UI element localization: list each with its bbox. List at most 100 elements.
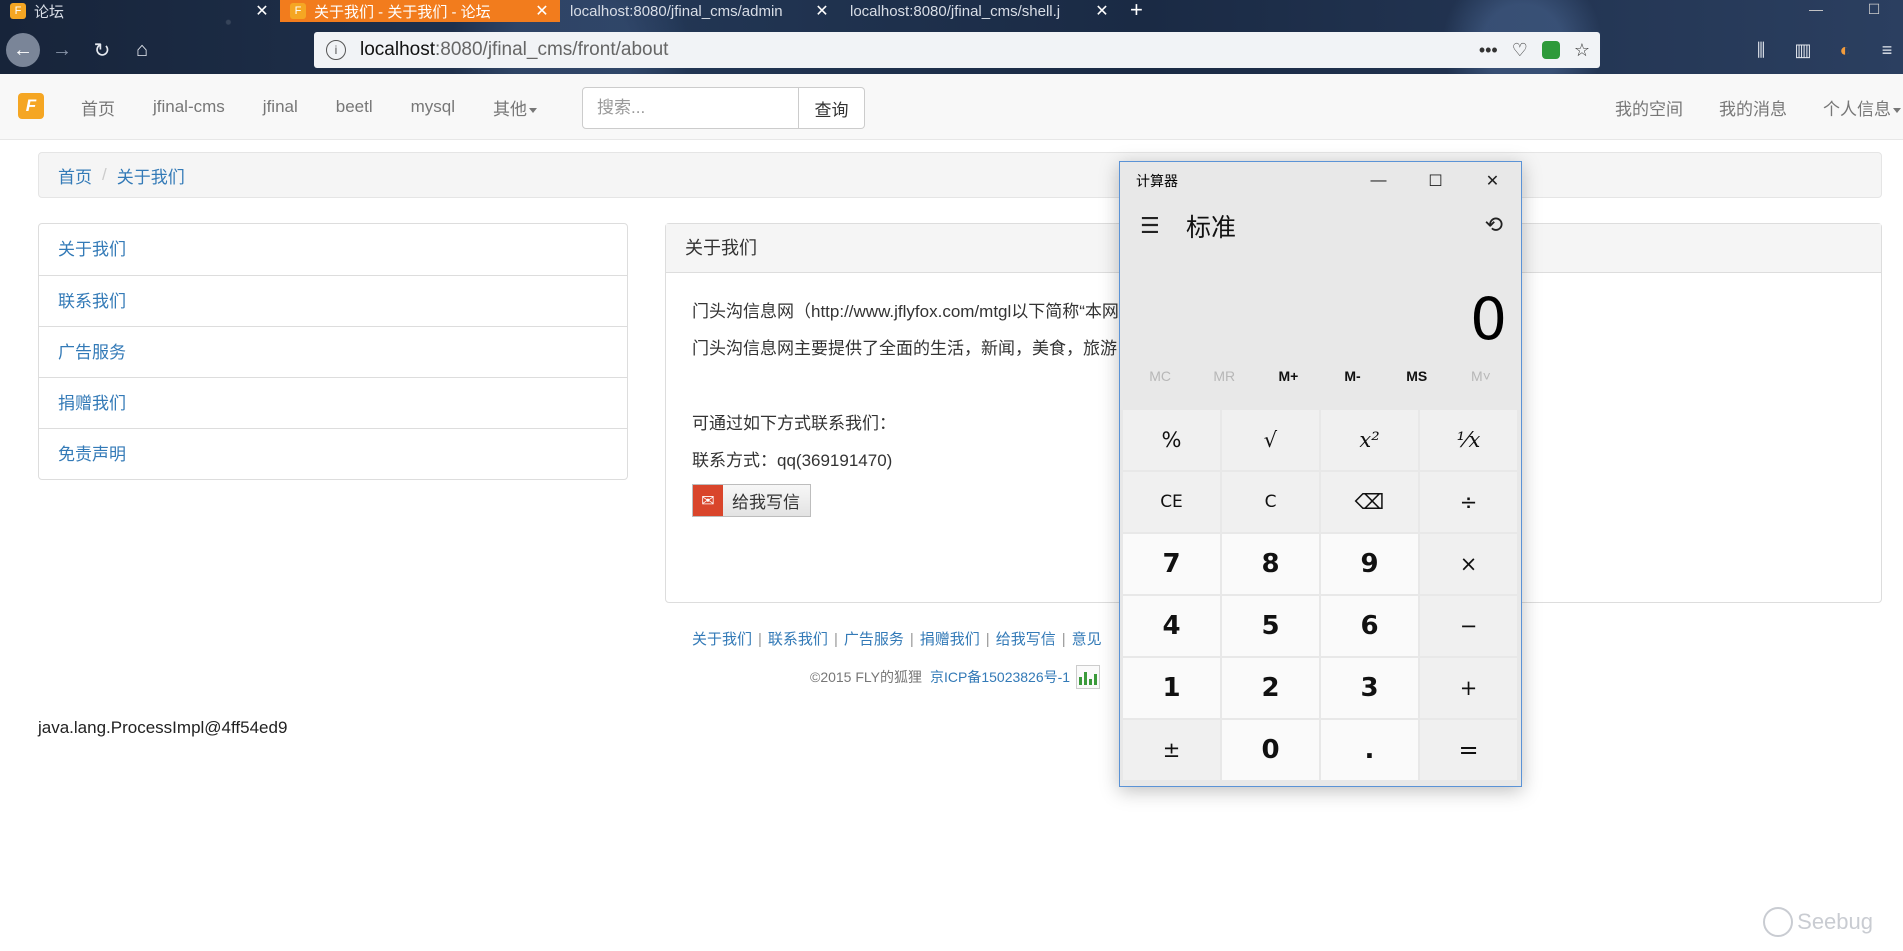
footer-link-about[interactable]: 关于我们 bbox=[692, 631, 752, 648]
minimize-window-icon[interactable]: — bbox=[1787, 0, 1845, 18]
footer-link-feedback[interactable]: 意见 bbox=[1072, 631, 1102, 648]
percent-key[interactable]: % bbox=[1123, 410, 1220, 470]
calculator-titlebar[interactable]: 计算器 — ☐ ✕ bbox=[1120, 162, 1521, 200]
extension-icon[interactable] bbox=[1541, 41, 1560, 59]
library-icon[interactable]: ⫼ bbox=[1745, 32, 1777, 68]
subtract-key[interactable]: − bbox=[1420, 596, 1517, 656]
multiply-key[interactable]: × bbox=[1420, 534, 1517, 594]
footer-link-ads[interactable]: 广告服务 bbox=[844, 631, 904, 648]
browser-tab-active[interactable]: F 关于我们 - 关于我们 - 论坛 ✕ bbox=[280, 0, 560, 22]
nav-jfinal-cms[interactable]: jfinal-cms bbox=[134, 97, 244, 117]
digit-0-key[interactable]: 0 bbox=[1222, 720, 1319, 780]
sidebar-icon[interactable]: ▥ bbox=[1787, 32, 1819, 68]
negate-key[interactable]: ± bbox=[1123, 720, 1220, 780]
home-icon[interactable]: ⌂ bbox=[124, 32, 160, 68]
minimize-icon[interactable]: — bbox=[1350, 162, 1407, 200]
bookmark-star-icon[interactable]: ☆ bbox=[1574, 40, 1590, 61]
sqrt-key[interactable]: √ bbox=[1222, 410, 1319, 470]
process-output: java.lang.ProcessImpl@4ff54ed9 bbox=[38, 718, 288, 737]
digit-5-key[interactable]: 5 bbox=[1222, 596, 1319, 656]
close-tab-icon[interactable]: ✕ bbox=[1094, 1, 1110, 21]
icp-link[interactable]: 京ICP备15023826号-1 bbox=[930, 667, 1070, 687]
stats-icon[interactable] bbox=[1076, 665, 1101, 689]
memory-add-button[interactable]: M+ bbox=[1262, 368, 1314, 384]
browser-chrome: F 论坛 ✕ F 关于我们 - 关于我们 - 论坛 ✕ localhost:80… bbox=[0, 0, 1903, 74]
browser-tab[interactable]: localhost:8080/jfinal_cms/shell.j ✕ bbox=[840, 0, 1120, 22]
nav-other-dropdown[interactable]: 其他 bbox=[474, 95, 556, 120]
memory-subtract-button[interactable]: M- bbox=[1327, 368, 1379, 384]
browser-tab[interactable]: F 论坛 ✕ bbox=[0, 0, 280, 22]
nav-jfinal[interactable]: jfinal bbox=[244, 97, 317, 117]
address-bar[interactable]: i localhost:8080/jfinal_cms/front/about … bbox=[314, 32, 1600, 68]
reciprocal-key[interactable]: ¹⁄x bbox=[1420, 410, 1517, 470]
search-input[interactable] bbox=[582, 87, 799, 129]
firefox-account-icon[interactable]: ◐ bbox=[1829, 32, 1861, 68]
memory-list-button[interactable]: M˅ bbox=[1455, 368, 1507, 384]
seebug-watermark: Seebug bbox=[1763, 907, 1873, 937]
memory-store-button[interactable]: MS bbox=[1391, 368, 1443, 384]
close-icon[interactable]: ✕ bbox=[1464, 162, 1521, 200]
divide-key[interactable]: ÷ bbox=[1420, 472, 1517, 532]
nav-my-space[interactable]: 我的空间 bbox=[1597, 95, 1701, 120]
equals-key[interactable]: = bbox=[1420, 720, 1517, 780]
nav-profile-dropdown[interactable]: 个人信息 bbox=[1805, 95, 1903, 120]
maximize-window-icon[interactable]: ☐ bbox=[1845, 0, 1903, 18]
footer-link-write[interactable]: 给我写信 bbox=[996, 631, 1056, 648]
memory-recall-button[interactable]: MR bbox=[1198, 368, 1250, 384]
digit-2-key[interactable]: 2 bbox=[1222, 658, 1319, 718]
watermark-text: Seebug bbox=[1797, 909, 1873, 934]
back-arrow-icon[interactable]: ← bbox=[6, 33, 40, 67]
search-button[interactable]: 查询 bbox=[799, 87, 865, 129]
sidebar-item-ads[interactable]: 广告服务 bbox=[39, 326, 627, 377]
write-to-me-button[interactable]: ✉ 给我写信 bbox=[692, 484, 811, 517]
history-icon[interactable]: ⟲ bbox=[1485, 212, 1503, 238]
maximize-icon[interactable]: ☐ bbox=[1407, 162, 1464, 200]
tab-title: localhost:8080/jfinal_cms/shell.j bbox=[850, 2, 1061, 20]
add-key[interactable]: + bbox=[1420, 658, 1517, 718]
tab-title: 论坛 bbox=[34, 3, 65, 21]
digit-7-key[interactable]: 7 bbox=[1123, 534, 1220, 594]
page-actions-icon[interactable]: ••• bbox=[1479, 40, 1498, 61]
site-logo[interactable]: F bbox=[18, 93, 44, 119]
calculator-mode-title: 标准 bbox=[1186, 214, 1237, 242]
digit-1-key[interactable]: 1 bbox=[1123, 658, 1220, 718]
menu-icon[interactable]: ≡ bbox=[1871, 32, 1903, 68]
nav-mysql[interactable]: mysql bbox=[392, 97, 474, 117]
sidebar-item-contact[interactable]: 联系我们 bbox=[39, 275, 627, 326]
sidebar-item-disclaimer[interactable]: 免责声明 bbox=[39, 428, 627, 479]
clear-key[interactable]: C bbox=[1222, 472, 1319, 532]
reload-icon[interactable]: ↻ bbox=[84, 32, 120, 68]
memory-bar: MC MR M+ M- MS M˅ bbox=[1120, 362, 1521, 390]
digit-4-key[interactable]: 4 bbox=[1123, 596, 1220, 656]
digit-9-key[interactable]: 9 bbox=[1321, 534, 1418, 594]
browser-tab[interactable]: localhost:8080/jfinal_cms/admin ✕ bbox=[560, 0, 840, 22]
breadcrumb-home[interactable]: 首页 bbox=[58, 163, 92, 188]
sidebar-item-donate[interactable]: 捐赠我们 bbox=[39, 377, 627, 428]
footer-link-contact[interactable]: 联系我们 bbox=[768, 631, 828, 648]
nav-home[interactable]: 首页 bbox=[62, 95, 134, 120]
clear-entry-key[interactable]: CE bbox=[1123, 472, 1220, 532]
footer-link-donate[interactable]: 捐赠我们 bbox=[920, 631, 980, 648]
decimal-key[interactable]: . bbox=[1321, 720, 1418, 780]
memory-clear-button[interactable]: MC bbox=[1134, 368, 1186, 384]
close-tab-icon[interactable]: ✕ bbox=[534, 1, 550, 21]
caret-down-icon bbox=[1893, 107, 1901, 113]
site-info-icon[interactable]: i bbox=[326, 40, 346, 60]
digit-8-key[interactable]: 8 bbox=[1222, 534, 1319, 594]
nav-beetl[interactable]: beetl bbox=[317, 97, 392, 117]
forward-arrow-icon[interactable]: → bbox=[44, 32, 80, 68]
sidebar-item-about[interactable]: 关于我们 bbox=[39, 224, 627, 275]
nav-my-messages[interactable]: 我的消息 bbox=[1701, 95, 1805, 120]
digit-3-key[interactable]: 3 bbox=[1321, 658, 1418, 718]
pocket-icon[interactable]: ♡ bbox=[1512, 40, 1528, 61]
close-tab-icon[interactable]: ✕ bbox=[814, 1, 830, 21]
hamburger-menu-icon[interactable]: ☰ bbox=[1140, 213, 1164, 239]
caret-down-icon bbox=[529, 107, 538, 113]
digit-6-key[interactable]: 6 bbox=[1321, 596, 1418, 656]
breadcrumb-about[interactable]: 关于我们 bbox=[117, 163, 185, 188]
calculator-window: 计算器 — ☐ ✕ ☰ 标准 ⟲ 0 MC MR M+ M- MS M˅ % √… bbox=[1119, 161, 1522, 787]
square-key[interactable]: x² bbox=[1321, 410, 1418, 470]
backspace-key[interactable]: ⌫ bbox=[1321, 472, 1418, 532]
close-tab-icon[interactable]: ✕ bbox=[254, 1, 270, 21]
new-tab-button[interactable]: + bbox=[1120, 0, 1153, 22]
